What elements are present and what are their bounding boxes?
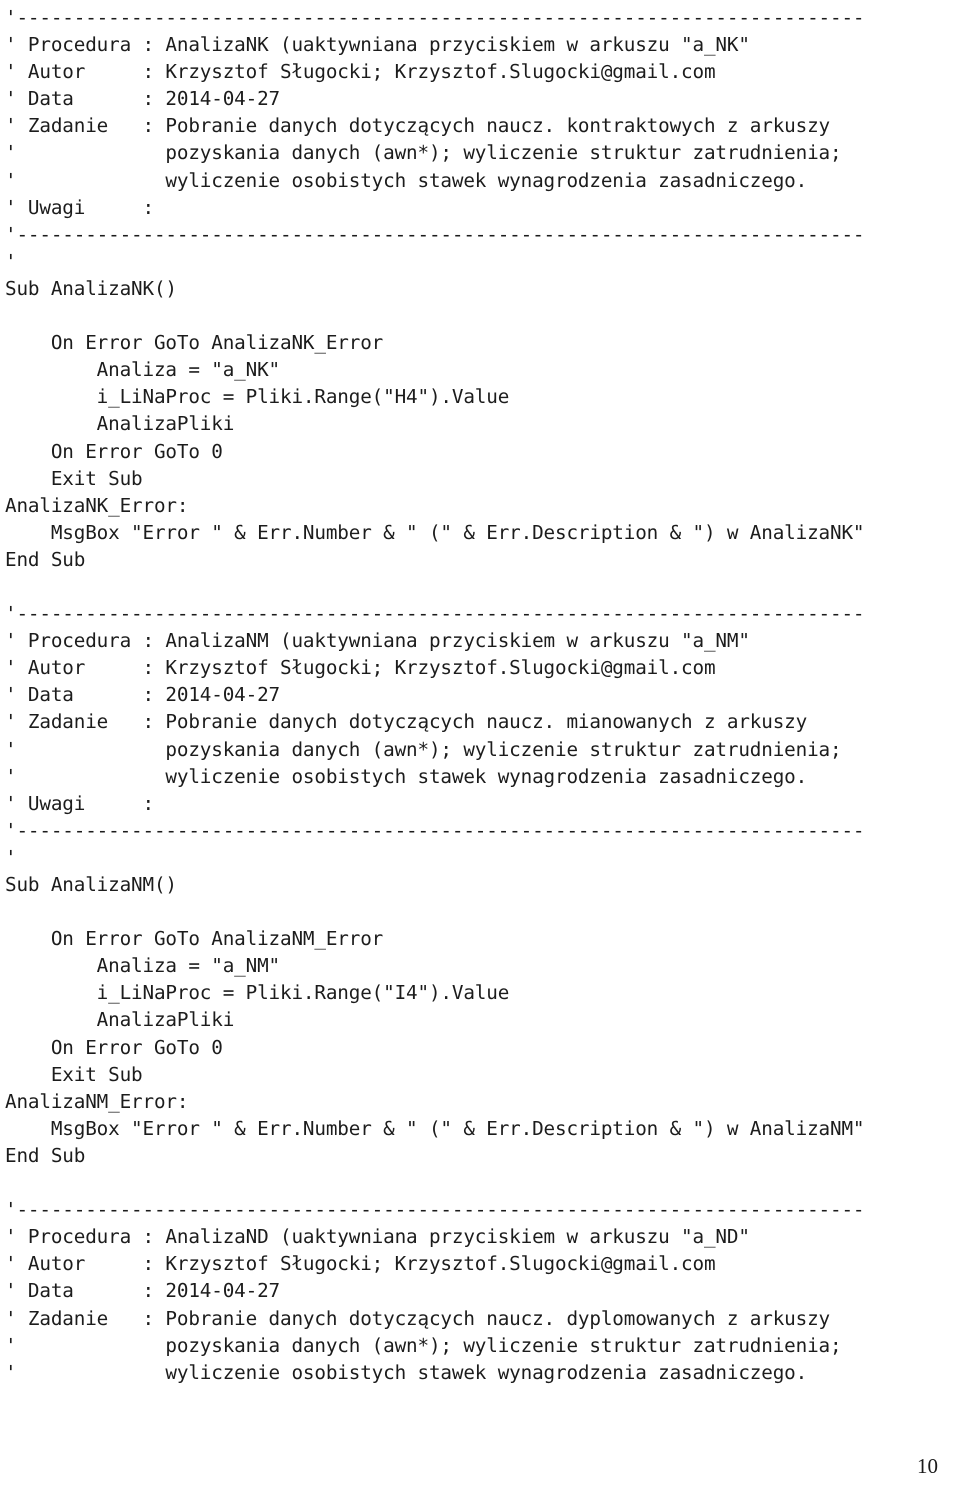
code-line: '---------------------------------------… — [5, 818, 865, 842]
code-line: '---------------------------------------… — [5, 222, 865, 246]
code-line: ' Procedura : AnalizaNK (uaktywniana prz… — [5, 33, 750, 57]
code-line: '---------------------------------------… — [5, 6, 865, 29]
code-line: Analiza = "a_NM" — [5, 954, 280, 978]
code-line: ' pozyskania danych (awn*); wyliczenie s… — [5, 737, 842, 761]
code-line: ' Data : 2014-04-27 — [5, 683, 280, 707]
code-line: ' Uwagi : — [5, 791, 154, 815]
code-line: ' pozyskania danych (awn*); wyliczenie s… — [5, 141, 842, 165]
code-line: '---------------------------------------… — [5, 602, 865, 626]
code-line: On Error GoTo AnalizaNK_Error — [5, 331, 384, 355]
code-line: Exit Sub — [5, 1062, 143, 1086]
code-line: '---------------------------------------… — [5, 1198, 865, 1222]
code-listing: '---------------------------------------… — [5, 4, 955, 1386]
code-line: On Error GoTo 0 — [5, 1035, 223, 1059]
code-line: MsgBox "Error " & Err.Number & " (" & Er… — [5, 520, 865, 544]
code-line: ' Uwagi : — [5, 195, 154, 219]
code-line: i_LiNaProc = Pliki.Range("I4").Value — [5, 981, 510, 1005]
code-line: ' pozyskania danych (awn*); wyliczenie s… — [5, 1333, 842, 1357]
code-line: On Error GoTo 0 — [5, 439, 223, 463]
code-line: AnalizaNM_Error: — [5, 1089, 189, 1113]
code-line: ' Data : 2014-04-27 — [5, 87, 280, 111]
code-line: ' Autor : Krzysztof Sługocki; Krzysztof.… — [5, 1252, 716, 1276]
code-line: ' Procedura : AnalizaND (uaktywniana prz… — [5, 1225, 750, 1249]
page-number: 10 — [917, 1454, 938, 1478]
code-line: i_LiNaProc = Pliki.Range("H4").Value — [5, 385, 510, 409]
code-line: ' — [5, 249, 17, 273]
code-line: End Sub — [5, 1143, 86, 1167]
code-line: ' Procedura : AnalizaNM (uaktywniana prz… — [5, 629, 750, 653]
code-line: AnalizaPliki — [5, 412, 235, 436]
code-line: MsgBox "Error " & Err.Number & " (" & Er… — [5, 1116, 865, 1140]
code-line: ' wyliczenie osobistych stawek wynagrodz… — [5, 168, 808, 192]
code-line: ' Zadanie : Pobranie danych dotyczących … — [5, 1306, 830, 1330]
code-line: Exit Sub — [5, 466, 143, 490]
code-line: ' — [5, 845, 17, 869]
code-line: On Error GoTo AnalizaNM_Error — [5, 927, 384, 951]
code-line: AnalizaPliki — [5, 1008, 235, 1032]
code-line: Sub AnalizaNM() — [5, 873, 177, 896]
document-page: '---------------------------------------… — [0, 0, 960, 1495]
code-line: ' wyliczenie osobistych stawek wynagrodz… — [5, 764, 808, 788]
code-line: ' Autor : Krzysztof Sługocki; Krzysztof.… — [5, 656, 716, 680]
code-line: ' Zadanie : Pobranie danych dotyczących … — [5, 710, 808, 734]
code-line: Analiza = "a_NK" — [5, 358, 280, 382]
code-line: ' Autor : Krzysztof Sługocki; Krzysztof.… — [5, 60, 716, 84]
code-line: Sub AnalizaNK() — [5, 276, 177, 300]
code-line: ' wyliczenie osobistych stawek wynagrodz… — [5, 1360, 808, 1384]
code-line: AnalizaNK_Error: — [5, 493, 189, 517]
code-line: ' Zadanie : Pobranie danych dotyczących … — [5, 114, 830, 138]
code-line: End Sub — [5, 547, 86, 571]
code-line: ' Data : 2014-04-27 — [5, 1279, 280, 1303]
